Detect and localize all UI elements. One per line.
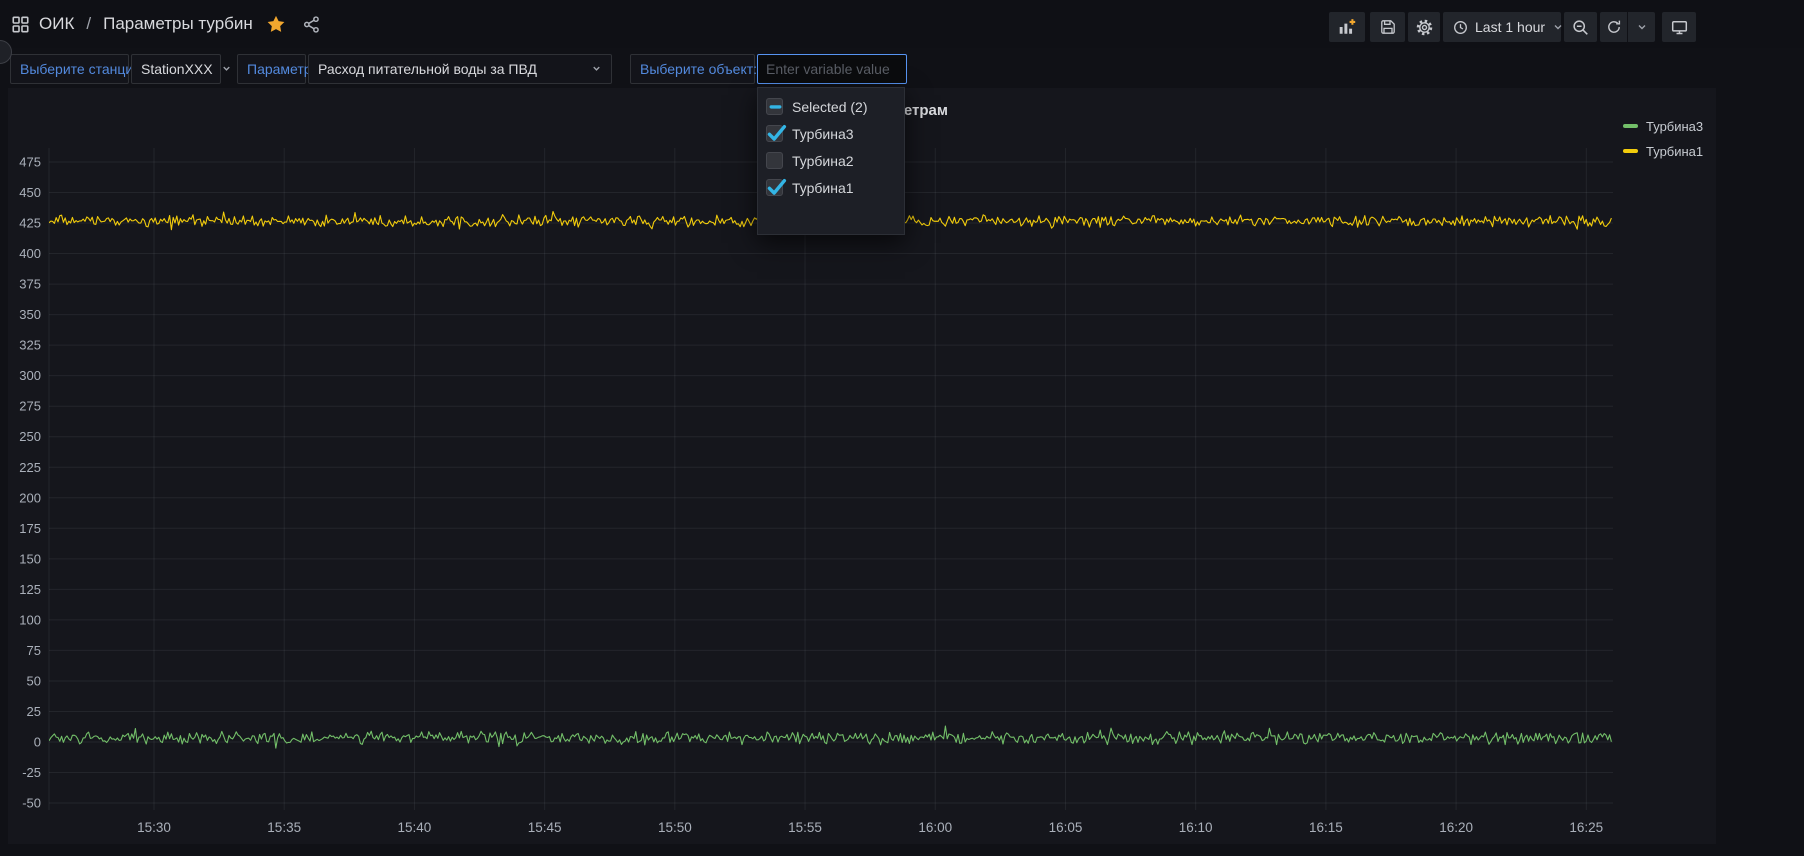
share-icon[interactable] — [303, 16, 320, 33]
legend-series-marker — [1623, 124, 1638, 128]
axis-tick-label: 15:55 — [788, 820, 822, 835]
legend-series-label: Турбина3 — [1646, 119, 1703, 134]
axis-tick-label: 15:35 — [267, 820, 301, 835]
legend-series-label: Турбина1 — [1646, 144, 1703, 159]
axis-tick-label: 16:00 — [918, 820, 952, 835]
axis-tick-label: 15:40 — [398, 820, 432, 835]
menu-selected-label: Selected (2) — [792, 99, 867, 115]
top-navigation-bar: ОИК / Параметры турбин — [0, 0, 1804, 48]
axis-tick-label: 150 — [19, 551, 41, 566]
axis-tick-label: 400 — [19, 246, 41, 261]
menu-selected-header[interactable]: Selected (2) — [758, 93, 904, 120]
menu-option[interactable]: Турбина1 — [758, 174, 904, 201]
menu-option[interactable]: Турбина2 — [758, 147, 904, 174]
axis-tick-label: 275 — [19, 399, 41, 414]
zoom-out-time-button[interactable] — [1564, 12, 1597, 42]
chart-legend: Турбина3 Турбина1 — [1623, 118, 1703, 159]
variable-object-input[interactable] — [757, 54, 907, 84]
checkbox-indeterminate-icon — [766, 98, 783, 115]
variable-select-parameter[interactable]: Расход питательной воды за ПВД — [308, 54, 612, 84]
refresh-interval-dropdown[interactable] — [1628, 12, 1655, 42]
axis-tick-label: 425 — [19, 216, 41, 231]
variable-options-menu: Selected (2) Турбина3 Турбина2 Турбина1 — [757, 87, 905, 235]
axis-tick-label: 250 — [19, 429, 41, 444]
variable-label-parameter: Параметр: — [237, 54, 306, 84]
chevron-down-icon — [221, 61, 232, 77]
axis-tick-label: 225 — [19, 460, 41, 475]
legend-series-marker — [1623, 149, 1638, 153]
variable-label-station: Выберите станцию: — [10, 54, 129, 84]
axis-tick-label: 175 — [19, 521, 41, 536]
checkbox-unchecked-icon — [766, 152, 783, 169]
favorite-star-icon[interactable] — [267, 15, 285, 33]
breadcrumb-separator: / — [84, 14, 93, 34]
axis-tick-label: 75 — [27, 643, 41, 658]
axis-tick-label: 375 — [19, 277, 41, 292]
axis-tick-label: 100 — [19, 612, 41, 627]
axis-tick-label: 450 — [19, 185, 41, 200]
axis-tick-label: 15:50 — [658, 820, 692, 835]
axis-tick-label: 475 — [19, 154, 41, 169]
breadcrumb-current[interactable]: Параметры турбин — [103, 14, 253, 34]
variable-value-station: StationXXX — [141, 61, 213, 77]
checkbox-checked-icon — [766, 179, 783, 196]
axis-tick-label: 16:25 — [1569, 820, 1603, 835]
axis-tick-label: 25 — [27, 704, 41, 719]
axis-tick-label: 50 — [27, 673, 41, 688]
checkbox-checked-icon — [766, 125, 783, 142]
axis-tick-label: 15:45 — [528, 820, 562, 835]
variable-select-station[interactable]: StationXXX — [131, 54, 221, 84]
variable-label-object: Выберите объект: — [630, 54, 755, 84]
menu-option-label: Турбина3 — [792, 126, 854, 142]
grid-lines — [49, 148, 1613, 810]
time-range-label: Last 1 hour — [1475, 19, 1545, 35]
refresh-dashboard-button[interactable] — [1600, 12, 1627, 42]
axis-tick-label: 16:15 — [1309, 820, 1343, 835]
axis-tick-label: 200 — [19, 490, 41, 505]
legend-item[interactable]: Турбина1 — [1623, 143, 1703, 159]
variable-value-parameter: Расход питательной воды за ПВД — [318, 61, 537, 77]
save-dashboard-button[interactable] — [1370, 12, 1405, 42]
axis-tick-label: -25 — [22, 765, 41, 780]
tv-kiosk-mode-button[interactable] — [1662, 12, 1696, 42]
axis-tick-label: 0 — [34, 735, 41, 750]
axis-tick-label: 16:10 — [1179, 820, 1213, 835]
y-axis-labels: -50 -25 0 25 50 75 100 125 150 175 200 225 250 275 300… — [19, 154, 41, 810]
menu-option-label: Турбина1 — [792, 180, 854, 196]
axis-tick-label: -50 — [22, 796, 41, 811]
apps-grid-icon[interactable] — [12, 16, 29, 33]
refresh-button-group — [1600, 12, 1655, 42]
breadcrumb: ОИК / Параметры турбин — [12, 0, 320, 48]
axis-tick-label: 300 — [19, 368, 41, 383]
menu-option[interactable]: Турбина3 — [758, 120, 904, 147]
chevron-down-icon — [1552, 21, 1564, 33]
dashboard-variables-row: Выберите станцию: StationXXX Параметр: Р… — [0, 54, 1804, 84]
axis-tick-label: 16:20 — [1439, 820, 1473, 835]
axis-tick-label: 350 — [19, 307, 41, 322]
axis-tick-label: 125 — [19, 582, 41, 597]
series-line-Турбина3 — [49, 726, 1611, 748]
add-panel-button[interactable] — [1329, 12, 1365, 42]
legend-item[interactable]: Турбина3 — [1623, 118, 1703, 134]
chevron-down-icon — [1636, 21, 1648, 33]
menu-option-label: Турбина2 — [792, 153, 854, 169]
dashboard-settings-button[interactable] — [1408, 12, 1440, 42]
axis-tick-label: 15:30 — [137, 820, 171, 835]
time-range-picker[interactable]: Last 1 hour — [1443, 12, 1561, 42]
axis-tick-label: 325 — [19, 338, 41, 353]
chevron-down-icon — [591, 61, 602, 77]
breadcrumb-root[interactable]: ОИК — [39, 14, 74, 34]
axis-tick-label: 16:05 — [1049, 820, 1083, 835]
x-axis-labels: 15:30 15:35 15:40 15:45 15:50 15:55 16:00 16:05… — [137, 820, 1603, 835]
